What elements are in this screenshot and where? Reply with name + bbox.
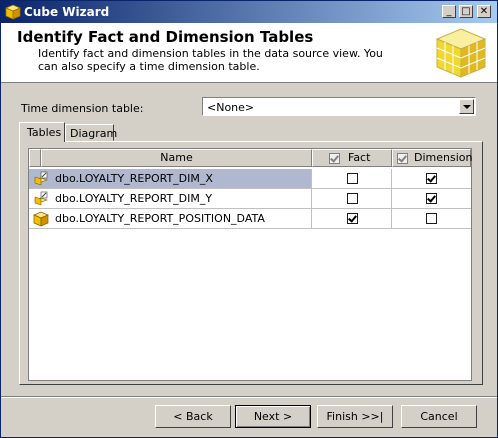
table-name: dbo.LOYALTY_REPORT_DIM_Y [55,192,213,205]
column-header-fact[interactable]: Fact [312,149,392,167]
table-name: dbo.LOYALTY_REPORT_POSITION_DATA [55,212,265,225]
table-row[interactable]: dbo.LOYALTY_REPORT_DIM_X [29,169,471,189]
column-header-dimension-label: Dimension [414,151,473,164]
dimension-cell[interactable] [392,209,471,228]
tab-diagram[interactable]: Diagram [65,124,118,141]
wizard-header: Identify Fact and Dimension Tables Ident… [1,23,497,83]
dimension-table-icon [34,171,48,186]
table-row[interactable]: dbo.LOYALTY_REPORT_POSITION_DATA [29,209,471,229]
cancel-button[interactable]: Cancel [401,405,477,428]
fact-table-icon [33,211,49,227]
column-header-name[interactable]: Name [41,149,312,167]
dimension-checkbox[interactable] [426,193,437,204]
table-name: dbo.LOYALTY_REPORT_DIM_X [55,172,213,185]
fact-cell[interactable] [312,169,392,188]
dimension-cell[interactable] [392,169,471,188]
fact-checkbox[interactable] [347,173,358,184]
table-name-cell[interactable]: dbo.LOYALTY_REPORT_DIM_X [29,169,312,188]
table-name-cell[interactable]: dbo.LOYALTY_REPORT_POSITION_DATA [29,209,312,228]
tab-tables-label: Tables [27,126,62,139]
dimension-table-icon [34,191,48,206]
time-dimension-value: <None> [207,101,255,114]
table-row[interactable]: dbo.LOYALTY_REPORT_DIM_Y [29,189,471,209]
page-description: Identify fact and dimension tables in th… [38,47,383,73]
dimension-select-all-checkbox[interactable] [397,153,408,164]
fact-select-all-checkbox[interactable] [329,153,340,164]
tables-grid: Name Fact Dimension dbo.LOYALTY_REPORT_D… [28,148,472,381]
window-title: Cube Wizard [24,5,110,19]
cube-wizard-window: Cube Wizard _ □ ✕ Identify Fact and Dime… [0,0,498,438]
cube-app-icon [5,4,21,20]
dimension-checkbox[interactable] [426,213,437,224]
row-selector-header [29,149,41,167]
finish-button[interactable]: Finish >>| [317,405,393,428]
maximize-button[interactable]: □ [459,5,473,18]
minimize-button[interactable]: _ [442,5,456,18]
dimension-cell[interactable] [392,189,471,208]
close-button[interactable]: ✕ [477,5,491,18]
tab-diagram-label: Diagram [70,127,118,140]
tab-tables[interactable]: Tables [19,122,65,142]
back-button[interactable]: < Back [155,405,231,428]
title-bar[interactable]: Cube Wizard _ □ ✕ [1,1,497,23]
time-dimension-label: Time dimension table: [21,102,144,115]
fact-cell[interactable] [312,189,392,208]
fact-checkbox[interactable] [347,193,358,204]
column-header-dimension[interactable]: Dimension [392,149,473,167]
time-dimension-select[interactable]: <None> [202,97,476,116]
next-button[interactable]: Next > [235,405,311,428]
table-name-cell[interactable]: dbo.LOYALTY_REPORT_DIM_Y [29,189,312,208]
column-header-fact-label: Fact [348,151,371,164]
footer-separator [1,396,497,398]
column-header-name-label: Name [160,151,193,164]
chevron-down-icon[interactable] [459,99,474,114]
page-title: Identify Fact and Dimension Tables [17,28,314,46]
dimension-checkbox[interactable] [426,173,437,184]
fact-checkbox[interactable] [347,213,358,224]
fact-cell[interactable] [312,209,392,228]
cube-wizard-icon [435,28,487,78]
